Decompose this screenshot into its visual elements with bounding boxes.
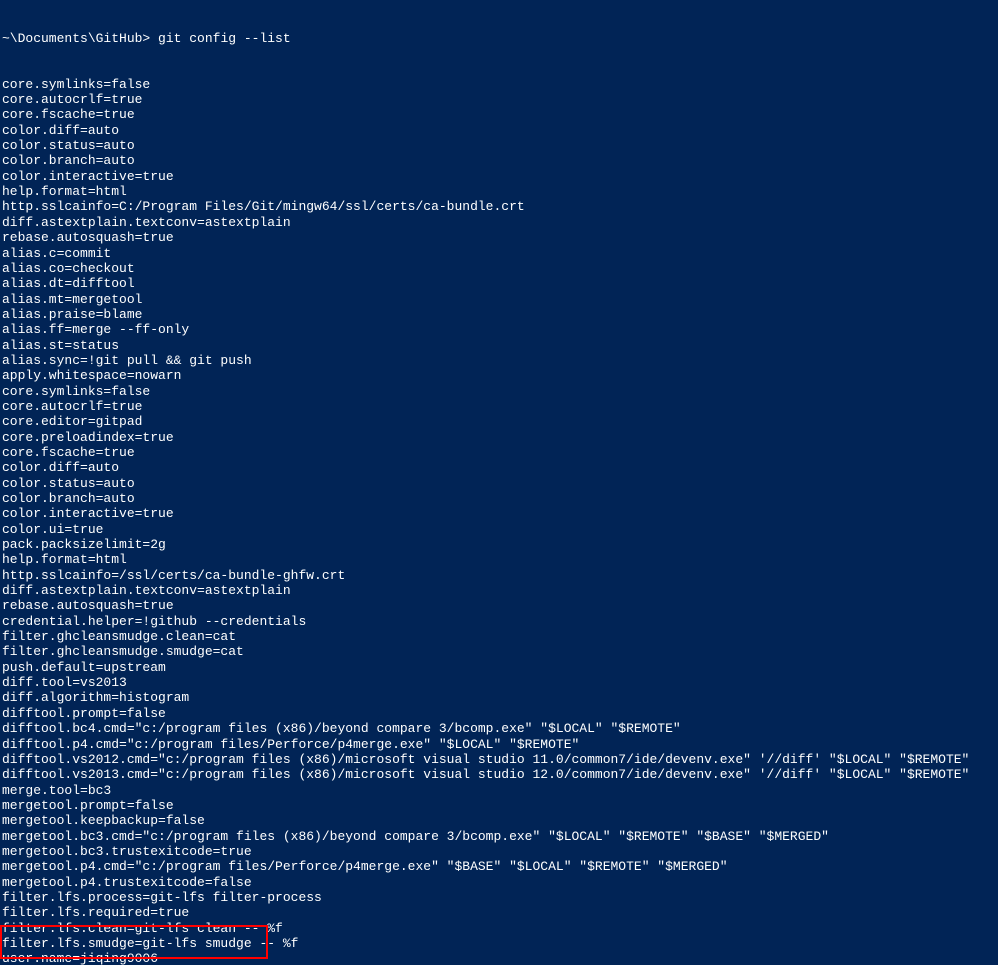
output-line: color.diff=auto — [2, 460, 996, 475]
output-line: mergetool.p4.trustexitcode=false — [2, 875, 996, 890]
output-line: alias.c=commit — [2, 246, 996, 261]
output-line: filter.lfs.clean=git-lfs clean -- %f — [2, 921, 996, 936]
output-line: diff.algorithm=histogram — [2, 690, 996, 705]
output-line: mergetool.bc3.trustexitcode=true — [2, 844, 996, 859]
prompt-line: ~\Documents\GitHub> git config --list — [2, 31, 996, 46]
terminal-output[interactable]: ~\Documents\GitHub> git config --list co… — [0, 0, 998, 965]
output-line: filter.ghcleansmudge.clean=cat — [2, 629, 996, 644]
output-line: push.default=upstream — [2, 660, 996, 675]
output-line: color.diff=auto — [2, 123, 996, 138]
output-lines: core.symlinks=falsecore.autocrlf=truecor… — [2, 77, 996, 965]
output-line: alias.co=checkout — [2, 261, 996, 276]
output-line: mergetool.bc3.cmd="c:/program files (x86… — [2, 829, 996, 844]
output-line: color.interactive=true — [2, 506, 996, 521]
command-text: git config --list — [150, 31, 290, 46]
output-line: alias.mt=mergetool — [2, 292, 996, 307]
output-line: core.fscache=true — [2, 445, 996, 460]
output-line: core.editor=gitpad — [2, 414, 996, 429]
output-line: color.branch=auto — [2, 153, 996, 168]
output-line: diff.tool=vs2013 — [2, 675, 996, 690]
output-line: rebase.autosquash=true — [2, 230, 996, 245]
output-line: color.ui=true — [2, 522, 996, 537]
output-line: mergetool.prompt=false — [2, 798, 996, 813]
prompt-path: ~\Documents\GitHub> — [2, 31, 150, 46]
output-line: apply.whitespace=nowarn — [2, 368, 996, 383]
output-line: alias.sync=!git pull && git push — [2, 353, 996, 368]
output-line: alias.praise=blame — [2, 307, 996, 322]
output-line: mergetool.p4.cmd="c:/program files/Perfo… — [2, 859, 996, 874]
output-line: help.format=html — [2, 552, 996, 567]
output-line: core.preloadindex=true — [2, 430, 996, 445]
output-line: help.format=html — [2, 184, 996, 199]
output-line: filter.ghcleansmudge.smudge=cat — [2, 644, 996, 659]
output-line: filter.lfs.smudge=git-lfs smudge -- %f — [2, 936, 996, 951]
output-line: color.branch=auto — [2, 491, 996, 506]
output-line: pack.packsizelimit=2g — [2, 537, 996, 552]
output-line: http.sslcainfo=C:/Program Files/Git/ming… — [2, 199, 996, 214]
output-line: difftool.bc4.cmd="c:/program files (x86)… — [2, 721, 996, 736]
output-line: core.autocrlf=true — [2, 92, 996, 107]
output-line: rebase.autosquash=true — [2, 598, 996, 613]
output-line: user.name=jiqing9006 — [2, 951, 996, 965]
output-line: color.status=auto — [2, 138, 996, 153]
output-line: difftool.prompt=false — [2, 706, 996, 721]
output-line: mergetool.keepbackup=false — [2, 813, 996, 828]
output-line: color.interactive=true — [2, 169, 996, 184]
output-line: credential.helper=!github --credentials — [2, 614, 996, 629]
output-line: difftool.vs2013.cmd="c:/program files (x… — [2, 767, 996, 782]
output-line: diff.astextplain.textconv=astextplain — [2, 583, 996, 598]
output-line: merge.tool=bc3 — [2, 783, 996, 798]
output-line: filter.lfs.required=true — [2, 905, 996, 920]
output-line: diff.astextplain.textconv=astextplain — [2, 215, 996, 230]
output-line: core.fscache=true — [2, 107, 996, 122]
output-line: filter.lfs.process=git-lfs filter-proces… — [2, 890, 996, 905]
output-line: alias.st=status — [2, 338, 996, 353]
output-line: core.symlinks=false — [2, 384, 996, 399]
output-line: difftool.vs2012.cmd="c:/program files (x… — [2, 752, 996, 767]
output-line: alias.ff=merge --ff-only — [2, 322, 996, 337]
output-line: alias.dt=difftool — [2, 276, 996, 291]
output-line: color.status=auto — [2, 476, 996, 491]
output-line: core.autocrlf=true — [2, 399, 996, 414]
output-line: http.sslcainfo=/ssl/certs/ca-bundle-ghfw… — [2, 568, 996, 583]
output-line: difftool.p4.cmd="c:/program files/Perfor… — [2, 737, 996, 752]
output-line: core.symlinks=false — [2, 77, 996, 92]
